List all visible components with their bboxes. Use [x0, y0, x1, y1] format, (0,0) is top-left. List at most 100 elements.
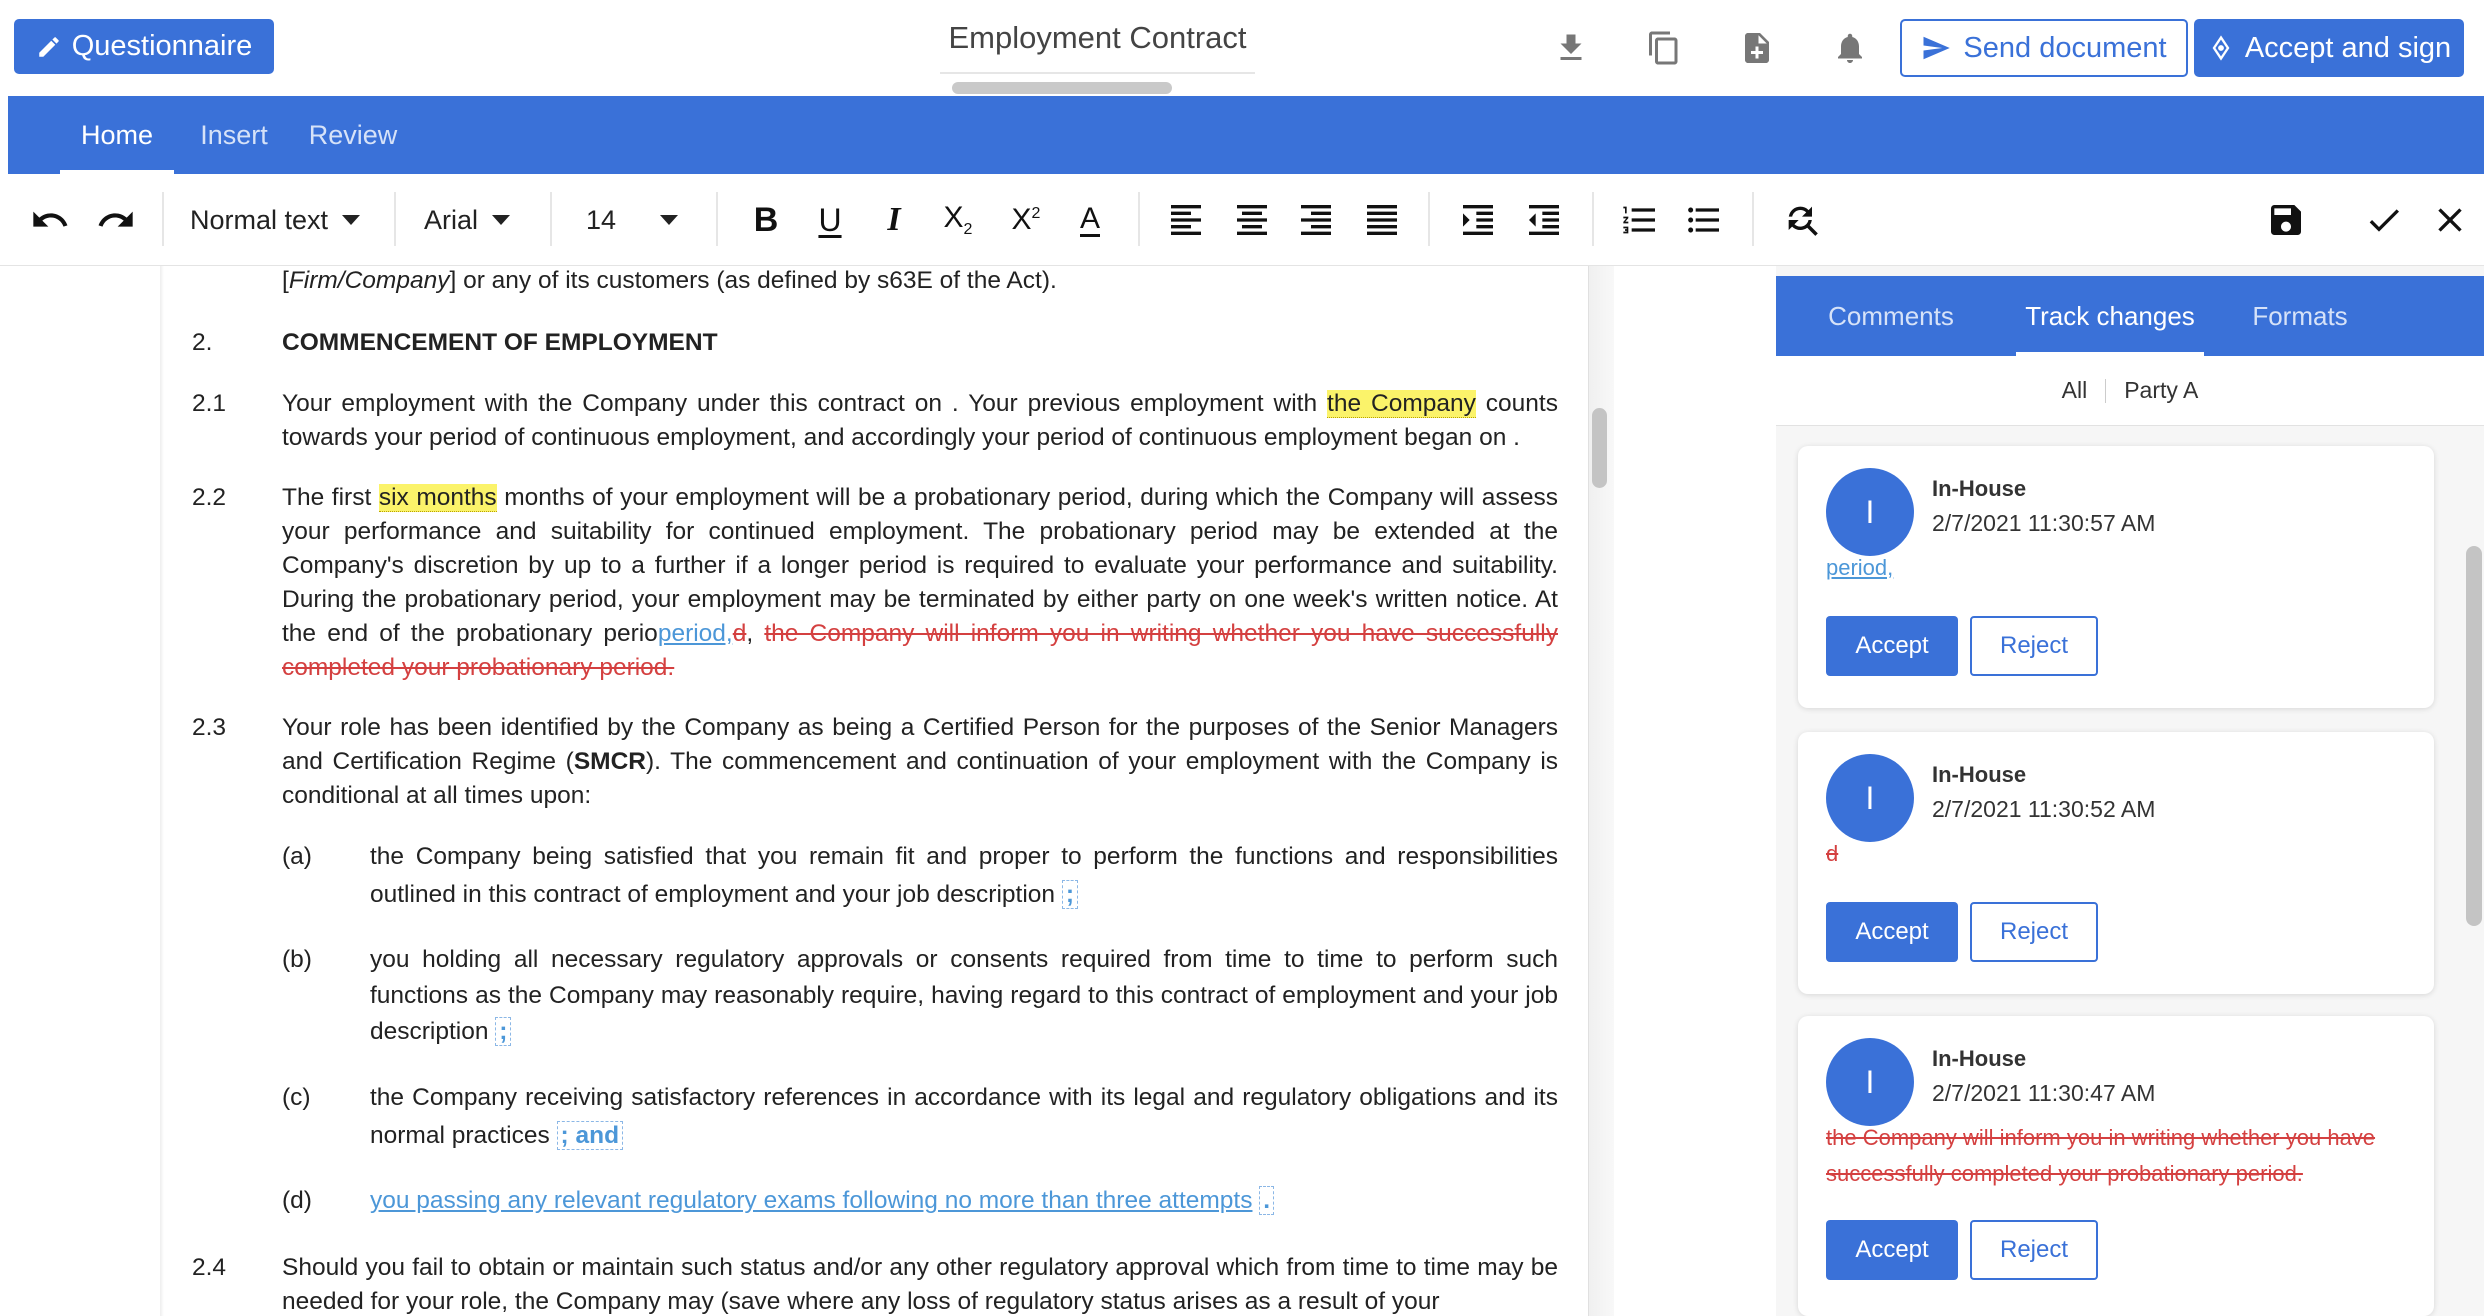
bold-icon: B — [753, 200, 779, 239]
italic-icon: I — [887, 201, 901, 238]
change-card[interactable]: I In-House 2/7/2021 11:30:57 AM period, … — [1798, 446, 2434, 708]
tracked-insertion[interactable]: you passing any relevant regulatory exam… — [370, 1187, 1252, 1214]
send-document-label: Send document — [1963, 31, 2167, 64]
superscript-icon: X2 — [1011, 203, 1041, 236]
page-edge — [160, 266, 164, 1316]
tracked-format-mark[interactable]: ; — [495, 1017, 512, 1046]
change-text: d — [1826, 841, 1839, 866]
filter-party-a[interactable]: Party A — [2124, 377, 2198, 404]
filter-all[interactable]: All — [2062, 377, 2088, 404]
tracked-format-mark[interactable]: ; — [1061, 880, 1079, 909]
reject-change-button[interactable]: Reject — [1970, 902, 2098, 962]
chevron-down-icon — [660, 215, 679, 225]
redo-button[interactable] — [94, 196, 138, 244]
panel-scrollbar-thumb[interactable] — [2466, 546, 2482, 926]
bullet-list-icon — [1688, 207, 1719, 233]
change-text: the Company will inform you in writing w… — [1826, 1125, 2376, 1186]
toolbar-separator — [1138, 192, 1140, 246]
party-filter: All Party A — [1776, 356, 2484, 426]
new-file-button[interactable] — [1735, 26, 1779, 70]
notification-button[interactable] — [1828, 26, 1872, 70]
find-replace-button[interactable] — [1780, 196, 1824, 244]
tracked-insertion[interactable]: period, — [658, 620, 733, 647]
align-right-button[interactable] — [1294, 196, 1338, 244]
new-file-icon — [1745, 33, 1769, 63]
pen-nib-icon — [2212, 35, 2230, 61]
toolbar-separator — [394, 192, 396, 246]
bell-icon — [1838, 33, 1862, 63]
superscript-button[interactable]: X2 — [1004, 196, 1048, 244]
tracked-format-mark[interactable]: . — [1259, 1186, 1275, 1215]
highlighted-text[interactable]: the Company — [1327, 390, 1476, 418]
align-right-icon — [1301, 205, 1331, 235]
indent-button[interactable] — [1456, 196, 1500, 244]
highlighted-text[interactable]: six months — [378, 484, 497, 512]
questionnaire-label: Questionnaire — [71, 30, 253, 62]
pencil-icon — [38, 36, 59, 57]
accept-change-button[interactable]: Accept — [1826, 1220, 1958, 1280]
document-page[interactable]: [Firm/Company] or any of its customers (… — [168, 266, 1588, 1316]
panel-tabs: Comments Track changes Formats — [1776, 276, 2484, 356]
accept-change-button[interactable]: Accept — [1826, 902, 1958, 962]
subscript-button[interactable]: X2 — [936, 196, 980, 244]
document-scrollbar-thumb[interactable] — [1592, 408, 1607, 488]
justify-button[interactable] — [1360, 196, 1404, 244]
tab-comments[interactable]: Comments — [1816, 276, 1966, 356]
download-icon — [1560, 34, 1582, 60]
tracked-format-mark[interactable]: ; and — [556, 1121, 624, 1150]
bullet-list-button[interactable] — [1682, 196, 1726, 244]
tab-track-changes[interactable]: Track changes — [2016, 276, 2204, 356]
align-left-button[interactable] — [1164, 196, 1208, 244]
avatar: I — [1826, 468, 1914, 556]
toolbar-separator — [162, 192, 164, 246]
undo-button[interactable] — [28, 196, 72, 244]
close-button[interactable] — [2428, 196, 2472, 244]
font-color-button[interactable]: A — [1068, 196, 1112, 244]
toolbar-separator — [1428, 192, 1430, 246]
questionnaire-button[interactable]: Questionnaire — [14, 19, 274, 74]
change-timestamp: 2/7/2021 11:30:47 AM — [1932, 1080, 2156, 1106]
chevron-down-icon — [492, 215, 511, 225]
align-center-button[interactable] — [1230, 196, 1274, 244]
change-card[interactable]: I In-House 2/7/2021 11:30:52 AM d Accept… — [1798, 732, 2434, 994]
reject-change-button[interactable]: Reject — [1970, 616, 2098, 676]
numbered-list-button[interactable] — [1618, 196, 1662, 244]
subscript-icon: X2 — [943, 201, 973, 238]
bold-button[interactable]: B — [744, 196, 788, 244]
font-family-dropdown[interactable]: Arial — [424, 196, 511, 244]
document-title[interactable]: Employment Contract — [940, 20, 1255, 56]
tab-formats[interactable]: Formats — [2240, 276, 2360, 356]
italic-button[interactable]: I — [872, 196, 916, 244]
document-canvas: [Firm/Company] or any of its customers (… — [0, 266, 1776, 1316]
outdent-button[interactable] — [1522, 196, 1566, 244]
send-document-button[interactable]: Send document — [1900, 19, 2188, 77]
reject-change-button[interactable]: Reject — [1970, 1220, 2098, 1280]
tracked-deletion[interactable]: d — [733, 620, 747, 647]
toolbar-separator — [716, 192, 718, 246]
font-size-dropdown[interactable]: 14 — [586, 196, 679, 244]
numbered-list-icon — [1623, 206, 1655, 234]
accept-change-button[interactable]: Accept — [1826, 616, 1958, 676]
copy-button[interactable] — [1642, 26, 1686, 70]
confirm-button[interactable] — [2362, 196, 2406, 244]
title-underline — [940, 72, 1255, 74]
tab-home[interactable]: Home — [60, 96, 174, 174]
change-timestamp: 2/7/2021 11:30:57 AM — [1932, 510, 2156, 536]
change-text: period, — [1826, 555, 1894, 580]
toolbar-separator — [1592, 192, 1594, 246]
change-author: In-House — [1932, 1046, 2027, 1071]
download-button[interactable] — [1549, 26, 1593, 70]
paragraph-style-dropdown[interactable]: Normal text — [190, 196, 361, 244]
close-icon — [2438, 208, 2462, 232]
save-button[interactable] — [2264, 196, 2308, 244]
top-bar: Questionnaire Employment Contract Send d… — [0, 0, 2484, 96]
accept-and-sign-button[interactable]: Accept and sign — [2194, 19, 2464, 77]
accept-and-sign-label: Accept and sign — [2244, 31, 2452, 64]
change-card[interactable]: I In-House 2/7/2021 11:30:47 AM the Comp… — [1798, 1016, 2434, 1316]
tab-review[interactable]: Review — [298, 96, 408, 174]
title-scrollbar[interactable] — [952, 82, 1172, 94]
filter-separator — [2105, 378, 2107, 403]
tab-insert[interactable]: Insert — [184, 96, 284, 174]
underline-button[interactable]: U — [808, 196, 852, 244]
copy-icon — [1649, 31, 1678, 65]
